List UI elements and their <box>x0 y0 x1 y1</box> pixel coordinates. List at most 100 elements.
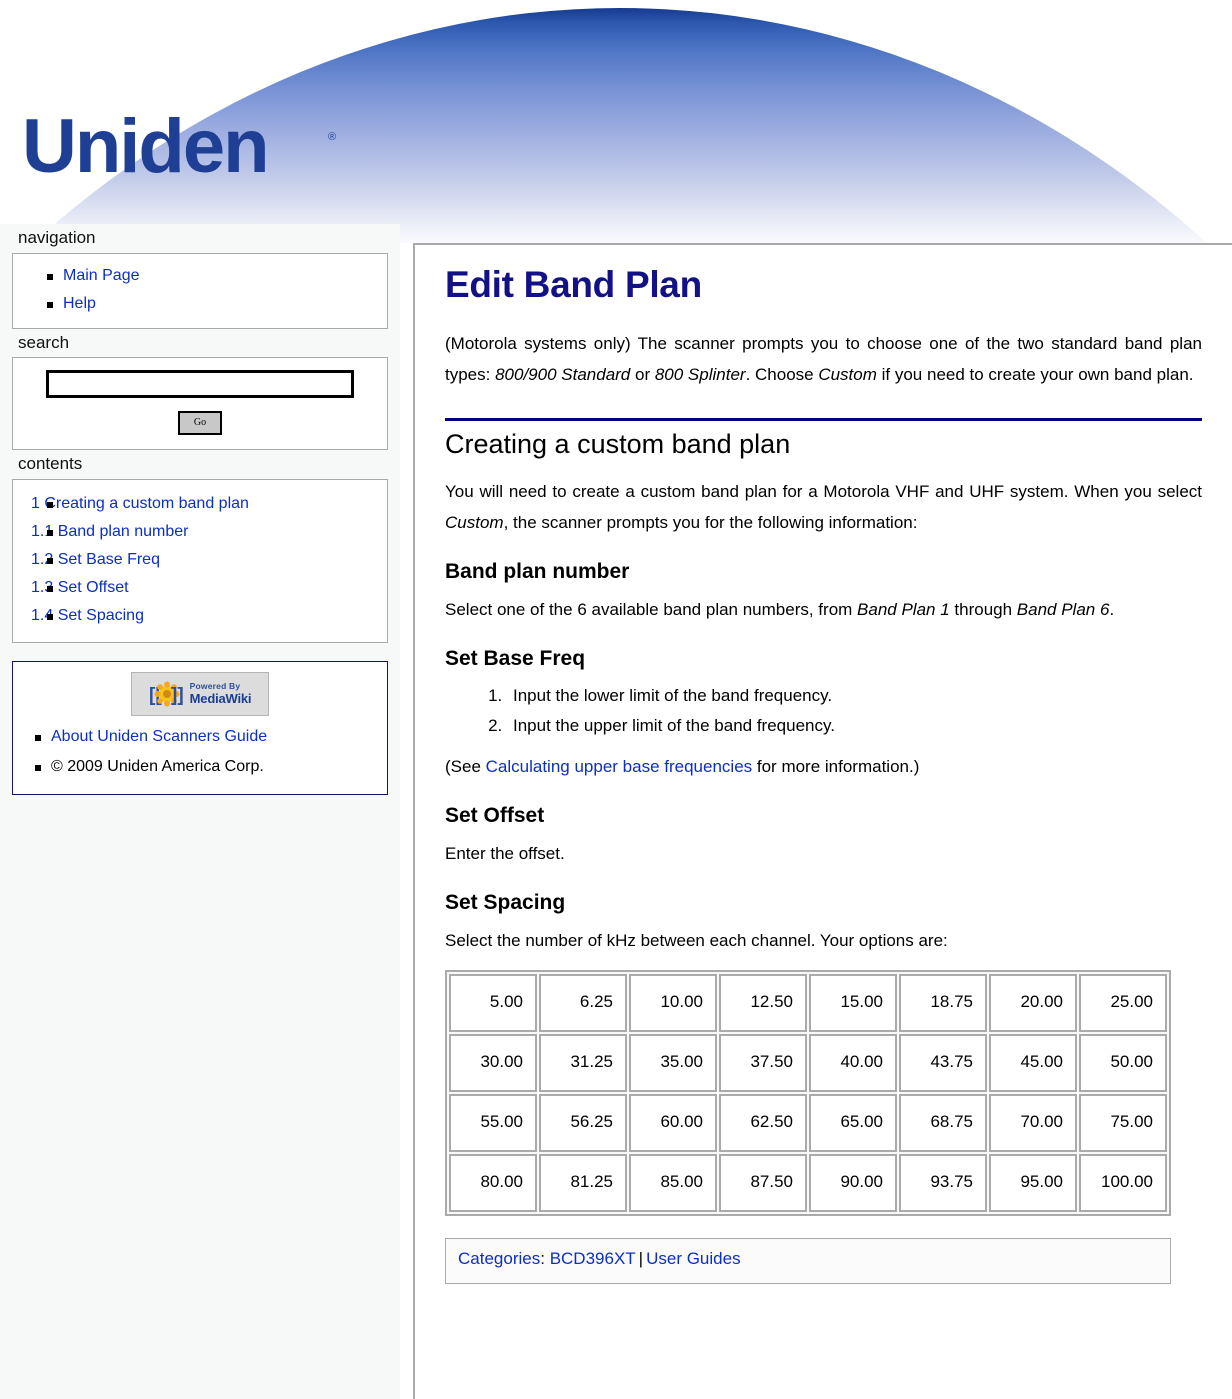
table-cell: 56.25 <box>539 1094 627 1153</box>
table-cell: 65.00 <box>809 1094 897 1153</box>
table-cell: 25.00 <box>1079 974 1167 1033</box>
table-cell: 70.00 <box>989 1094 1077 1153</box>
table-cell: 6.25 <box>539 974 627 1033</box>
intro-em-3: Custom <box>818 364 877 384</box>
sidebar-item-help[interactable]: Help <box>63 295 96 312</box>
table-cell: 18.75 <box>899 974 987 1033</box>
table-cell: 50.00 <box>1079 1034 1167 1093</box>
list-item: © 2009 Uniden America Corp. <box>13 752 387 782</box>
list-item: Help <box>13 290 387 318</box>
powered-by-mediawiki-badge[interactable]: [[ ]] Powered By MediaWiki <box>131 671 269 716</box>
section1-paragraph: You will need to create a custom band pl… <box>445 476 1216 538</box>
set-base-freq-steps: Input the lower limit of the band freque… <box>445 681 1216 741</box>
intro-text-4: if you need to create your own band plan… <box>876 364 1194 384</box>
table-cell: 35.00 <box>629 1034 717 1093</box>
footer-link-about[interactable]: About Uniden Scanners Guide <box>51 728 267 745</box>
see-note-text-2: for more information.) <box>752 757 920 777</box>
table-cell: 43.75 <box>899 1034 987 1093</box>
portlet-site-footer: [[ ]] Powered By MediaWiki <box>12 660 388 795</box>
footer-list: About Uniden Scanners Guide © 2009 Unide… <box>13 722 387 782</box>
toc-item-set-base-freq[interactable]: 1.2 Set Base Freq <box>31 551 160 568</box>
badge-mediawiki-label: MediaWiki <box>189 690 252 706</box>
categories-colon: : <box>540 1249 545 1269</box>
portlet-search-title: search <box>18 332 70 352</box>
table-cell: 40.00 <box>809 1034 897 1093</box>
site-banner: Uniden ® <box>0 0 1232 243</box>
heading-set-spacing: Set Spacing <box>445 891 566 915</box>
category-link-user-guides[interactable]: User Guides <box>646 1249 740 1268</box>
contents-list: 1 Creating a custom band plan 1.1 Band p… <box>13 490 387 630</box>
table-row: 30.00 31.25 35.00 37.50 40.00 43.75 45.0… <box>449 1034 1167 1093</box>
toc-item-set-spacing[interactable]: 1.4 Set Spacing <box>31 607 144 624</box>
table-cell: 31.25 <box>539 1034 627 1093</box>
table-cell: 15.00 <box>809 974 897 1033</box>
see-note-text-1: (See <box>445 757 486 777</box>
mediawiki-badge-text: Powered By MediaWiki <box>190 682 252 705</box>
table-cell: 93.75 <box>899 1154 987 1213</box>
toc-item-set-offset[interactable]: 1.3 Set Offset <box>31 579 129 596</box>
intro-em-1: 800/900 Standard <box>495 364 631 384</box>
list-item: 1.1 Band plan number <box>13 518 387 546</box>
list-item: Input the lower limit of the band freque… <box>507 681 1216 711</box>
table-cell: 87.50 <box>719 1154 807 1213</box>
toc-item-creating-a-custom-band-plan[interactable]: 1 Creating a custom band plan <box>31 495 249 512</box>
portlet-contents-body: 1 Creating a custom band plan 1.1 Band p… <box>12 478 388 643</box>
category-links: Categories: BCD396XT | User Guides <box>445 1238 1171 1285</box>
intro-paragraph: (Motorola systems only) The scanner prom… <box>445 328 1216 390</box>
bpn-em-2: Band Plan 6 <box>1016 599 1110 619</box>
table-cell: 5.00 <box>449 974 537 1033</box>
uniden-logo[interactable]: Uniden ® <box>22 112 352 184</box>
bpn-text-3: . <box>1109 599 1115 619</box>
table-cell: 55.00 <box>449 1094 537 1153</box>
list-item: 1 Creating a custom band plan <box>13 490 387 518</box>
table-cell: 68.75 <box>899 1094 987 1153</box>
search-go-button[interactable]: Go <box>178 411 222 436</box>
table-cell: 12.50 <box>719 974 807 1033</box>
bpn-text-2: through <box>949 599 1017 619</box>
categories-label-link[interactable]: Categories <box>458 1249 540 1268</box>
table-cell: 30.00 <box>449 1034 537 1093</box>
link-calculating-upper-base-frequencies[interactable]: Calculating upper base frequencies <box>486 757 753 776</box>
table-cell: 90.00 <box>809 1154 897 1213</box>
heading-band-plan-number: Band plan number <box>445 559 630 583</box>
sidebar: navigation Main Page Help search Go cont… <box>0 224 400 1399</box>
sidebar-item-main-page[interactable]: Main Page <box>63 267 140 284</box>
see-also-note: (See Calculating upper base frequencies … <box>445 751 1216 782</box>
portlet-navigation-title: navigation <box>18 228 96 247</box>
set-spacing-paragraph: Select the number of kHz between each ch… <box>445 931 948 951</box>
table-cell: 10.00 <box>629 974 717 1033</box>
toc-item-band-plan-number[interactable]: 1.1 Band plan number <box>31 523 188 540</box>
table-cell: 100.00 <box>1079 1154 1167 1213</box>
search-input[interactable] <box>46 370 354 399</box>
table-cell: 37.50 <box>719 1034 807 1093</box>
table-cell: 62.50 <box>719 1094 807 1153</box>
svg-text:]]: ]] <box>171 685 184 706</box>
category-link-bcd396xt[interactable]: BCD396XT <box>550 1249 636 1268</box>
list-item: About Uniden Scanners Guide <box>13 722 387 752</box>
intro-text-3: . Choose <box>745 364 819 384</box>
page-title: Edit Band Plan <box>445 264 702 305</box>
page-root: Uniden ® navigation Main Page Help searc… <box>0 0 1232 1399</box>
portlet-navigation: navigation Main Page Help <box>0 224 400 329</box>
copyright-text: © 2009 Uniden America Corp. <box>51 757 264 775</box>
mediawiki-sunflower-icon: [[ ]] <box>149 681 184 707</box>
table-cell: 85.00 <box>629 1154 717 1213</box>
svg-text:®: ® <box>328 131 336 143</box>
channel-spacing-table: 5.00 6.25 10.00 12.50 15.00 18.75 20.00 … <box>445 970 1171 1217</box>
band-plan-number-paragraph: Select one of the 6 available band plan … <box>445 594 1216 625</box>
section1-text-1: You will need to create a custom band pl… <box>445 481 1202 501</box>
table-row: 5.00 6.25 10.00 12.50 15.00 18.75 20.00 … <box>449 974 1167 1033</box>
bpn-text-1: Select one of the 6 available band plan … <box>445 599 858 619</box>
list-item: 1.4 Set Spacing <box>13 602 387 630</box>
list-item: 1.2 Set Base Freq <box>13 546 387 574</box>
portlet-search-body: Go <box>12 357 388 451</box>
list-item: Main Page <box>13 262 387 290</box>
table-cell: 80.00 <box>449 1154 537 1213</box>
badge-powered-by-label: Powered By <box>189 681 241 692</box>
table-cell: 60.00 <box>629 1094 717 1153</box>
table-row: 80.00 81.25 85.00 87.50 90.00 93.75 95.0… <box>449 1154 1167 1213</box>
table-row: 55.00 56.25 60.00 62.50 65.00 68.75 70.0… <box>449 1094 1167 1153</box>
table-body: 5.00 6.25 10.00 12.50 15.00 18.75 20.00 … <box>449 974 1167 1213</box>
heading-set-base-freq: Set Base Freq <box>445 646 586 670</box>
set-offset-paragraph: Enter the offset. <box>445 844 565 864</box>
